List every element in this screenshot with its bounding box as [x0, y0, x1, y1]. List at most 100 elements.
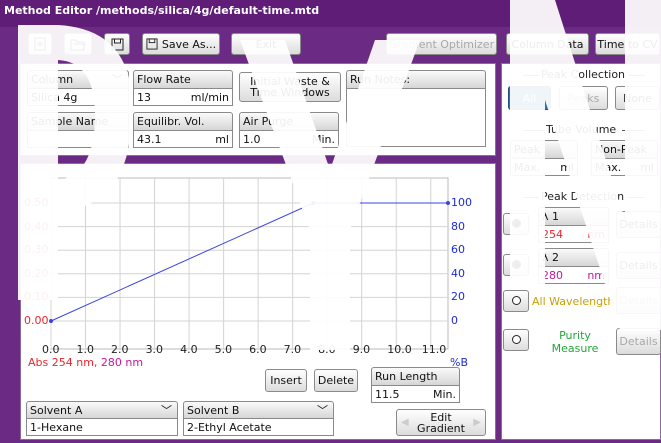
- chevron-left-icon: ◀: [401, 417, 409, 428]
- y-left-tick-label: 0.40: [24, 219, 49, 233]
- x-tick-label: 2.0: [111, 343, 129, 356]
- peak-collection-title: Peak Collection: [541, 68, 626, 81]
- y-left-tick-label: 0.50: [24, 196, 49, 209]
- lambda1-unit: nm: [587, 227, 605, 241]
- time-to-cv-button[interactable]: Time to CV: [595, 33, 660, 55]
- abs-254-label: Abs 254 nm,: [28, 356, 101, 369]
- column-data-label: Column Data: [511, 37, 584, 51]
- column-value[interactable]: Silica 4g: [27, 89, 129, 106]
- solvent-a-field[interactable]: 1-Hexane: [26, 419, 178, 436]
- gradient-point: [446, 201, 450, 205]
- x-tick-label: 8.0: [318, 343, 336, 356]
- run-length-unit: Min.: [432, 387, 456, 401]
- run-length-label[interactable]: Run Length: [371, 367, 460, 386]
- lambda2-label[interactable]: λ 2: [538, 248, 609, 267]
- solvent-a-value: 1-Hexane: [30, 420, 83, 434]
- peak-volume-value: Max.: [514, 160, 541, 174]
- open-file-button[interactable]: [64, 33, 92, 55]
- save-button[interactable]: [104, 33, 130, 55]
- purity-details-button[interactable]: Details: [616, 328, 661, 355]
- equilibr-vol-value: 43.1: [137, 132, 162, 146]
- save-as-button[interactable]: Save As...: [142, 33, 220, 55]
- x-tick-label: 5.0: [214, 343, 233, 356]
- gradient-chart[interactable]: [20, 163, 496, 373]
- peak-volume-label[interactable]: Peak: [510, 140, 578, 159]
- lambda2-radio[interactable]: [503, 254, 529, 276]
- insert-button[interactable]: Insert: [265, 369, 307, 392]
- equilibr-vol-label[interactable]: Equilibr. Vol.: [133, 112, 233, 131]
- run-notes-field[interactable]: [346, 89, 486, 147]
- flow-rate-unit: ml/min: [190, 90, 229, 104]
- chart-grid: [50, 177, 449, 350]
- exit-button[interactable]: Exit: [231, 33, 301, 55]
- solvent-a-label: Solvent A: [30, 403, 83, 417]
- lambda2-field[interactable]: 280 nm: [538, 267, 609, 284]
- x-tick-label: 10.0: [387, 343, 412, 356]
- lambda2-unit: nm: [587, 268, 605, 282]
- air-purge-label[interactable]: Air Purge: [239, 112, 339, 131]
- x-tick-label: 11.0: [421, 343, 447, 356]
- run-length-field[interactable]: 11.5 Min.: [371, 386, 460, 403]
- column-data-button[interactable]: Column Data: [506, 33, 589, 55]
- peak-collection-peaks-button[interactable]: Peaks: [559, 86, 608, 110]
- equilibr-vol-unit: ml: [215, 132, 229, 146]
- air-purge-field[interactable]: 1.0 Min.: [239, 131, 339, 148]
- divider: [627, 197, 645, 198]
- air-purge-value: 1.0: [243, 132, 261, 146]
- gradient-point: [311, 201, 316, 205]
- chevron-down-icon: ﹀: [161, 404, 172, 417]
- new-file-button[interactable]: [28, 33, 52, 55]
- peak-collection-none-button[interactable]: None: [615, 86, 660, 110]
- edit-gradient-button[interactable]: ◀ Edit Gradient ▶: [396, 409, 486, 436]
- divider: [629, 75, 645, 76]
- equilibr-vol-field[interactable]: 43.1 ml: [133, 131, 233, 148]
- x-tick-label: 4.0: [180, 343, 198, 356]
- x-tick-label: 9.0: [352, 343, 371, 356]
- solvent-b-field[interactable]: 2-Ethyl Acetate: [183, 419, 334, 436]
- divider: [523, 130, 544, 131]
- chevron-right-icon: ▶: [473, 417, 481, 428]
- initial-waste-button[interactable]: Initial Waste & Time Windows: [239, 72, 341, 102]
- nonpeak-volume-field[interactable]: Max. ml: [591, 159, 658, 176]
- lambda1-field[interactable]: 254 nm: [538, 226, 609, 243]
- nonpeak-volume-label[interactable]: Non-Peak: [591, 140, 658, 159]
- x-tick-label: 6.0: [249, 343, 267, 356]
- chart-x-label: Abs 254 nm, 280 nm: [28, 356, 143, 369]
- abs-280-label: 280 nm: [100, 356, 144, 369]
- gradient-point: [49, 319, 53, 323]
- y-right-tick-label: 60: [451, 243, 465, 257]
- all-wavelength-details-button[interactable]: Details: [616, 287, 661, 314]
- lambda2-details-button[interactable]: Details: [616, 252, 661, 279]
- flow-rate-label[interactable]: Flow Rate: [133, 70, 233, 89]
- column-select[interactable]: Column ﹀: [27, 70, 129, 89]
- sample-name-label[interactable]: Sample Name: [27, 112, 129, 131]
- solvent-a-select[interactable]: Solvent A ﹀: [26, 401, 178, 419]
- sample-name-field[interactable]: [27, 131, 129, 148]
- divider: [523, 197, 539, 198]
- all-wavelength-radio[interactable]: [503, 290, 529, 312]
- x-tick-label: 3.0: [145, 343, 164, 356]
- x-tick-label: 1.0: [76, 343, 95, 356]
- y-right-tick-label: 20: [451, 290, 465, 304]
- lambda1-value: 254: [542, 227, 563, 241]
- flow-rate-field[interactable]: 13 ml/min: [133, 89, 233, 106]
- y-right-tick-label: 40: [451, 266, 465, 280]
- lambda1-details-button[interactable]: Details: [616, 211, 661, 238]
- lambda1-radio[interactable]: [503, 213, 529, 235]
- flow-rate-value: 13: [137, 90, 151, 104]
- y-right-tick-label: 80: [451, 219, 465, 233]
- lambda1-label[interactable]: λ 1: [538, 207, 609, 226]
- delete-button[interactable]: Delete: [314, 369, 358, 392]
- y-left-tick-label: 0.00: [24, 314, 49, 327]
- peak-collection-all-button[interactable]: All: [508, 86, 551, 110]
- all-wavelength-label: All Wavelength: [532, 295, 615, 308]
- purity-radio[interactable]: [503, 329, 529, 351]
- solvent-b-select[interactable]: Solvent B ﹀: [183, 401, 334, 419]
- new-file-icon: [34, 37, 46, 51]
- nonpeak-volume-value: Max.: [595, 160, 622, 174]
- x-tick-label: 0.0: [42, 343, 60, 356]
- peak-volume-field[interactable]: Max. ml: [510, 159, 578, 176]
- gradient-optimizer-button[interactable]: Gradient Optimizer: [386, 33, 497, 55]
- y-left-tick-label: 0.20: [24, 266, 49, 280]
- save-icon: [111, 38, 123, 50]
